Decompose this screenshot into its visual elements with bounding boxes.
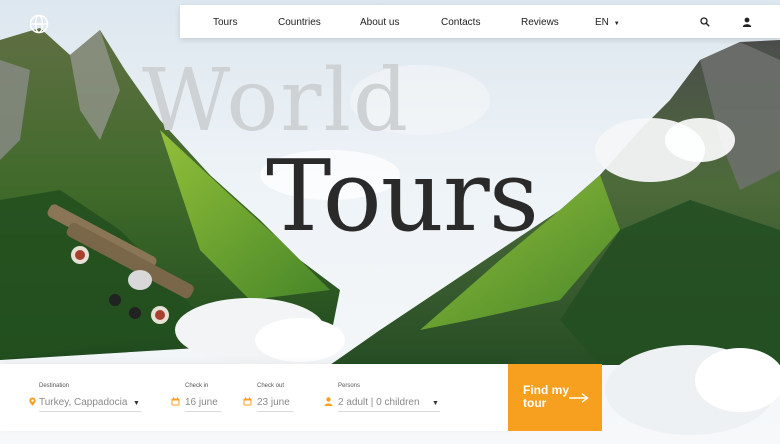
nav-item-about-us[interactable]: About us	[360, 17, 399, 28]
destination-label: Destination	[39, 383, 70, 389]
persons-select[interactable]: 2 adult | 0 children	[338, 397, 420, 408]
arrow-right-icon	[569, 393, 589, 403]
hero-title-line1: World	[142, 51, 410, 151]
nav-item-tours[interactable]: Tours	[213, 17, 237, 28]
hero-section: World Tours Tours Countries About us Con…	[0, 0, 780, 444]
globe-icon[interactable]	[29, 14, 49, 34]
calendar-icon	[171, 397, 180, 406]
top-navbar: Tours Countries About us Contacts Review…	[180, 5, 780, 38]
checkin-label: Check in	[185, 383, 209, 389]
location-pin-icon	[29, 397, 36, 406]
find-my-tour-button[interactable]: Find my tour	[508, 364, 602, 431]
persons-underline	[338, 411, 440, 412]
calendar-icon	[243, 397, 252, 406]
chevron-down-icon: ▼	[613, 21, 620, 27]
chevron-down-icon[interactable]: ▼	[432, 400, 439, 407]
search-icon[interactable]	[700, 17, 710, 27]
checkout-underline	[257, 411, 293, 412]
checkin-underline	[185, 411, 221, 412]
destination-select[interactable]: Turkey, Cappadocia	[39, 397, 127, 408]
checkin-date-input[interactable]: 16 june	[185, 397, 218, 408]
language-label: EN	[595, 17, 609, 28]
checkout-label: Check out	[257, 383, 285, 389]
language-selector[interactable]: EN ▼	[595, 17, 620, 28]
user-icon[interactable]	[742, 17, 752, 27]
nav-item-reviews[interactable]: Reviews	[521, 17, 559, 28]
destination-underline	[39, 411, 141, 412]
persons-label: Persons	[338, 383, 361, 389]
tour-search-form: Destination Turkey, Cappadocia ▼ Check i…	[0, 364, 510, 431]
checkout-date-input[interactable]: 23 june	[257, 397, 290, 408]
nav-item-countries[interactable]: Countries	[278, 17, 321, 28]
nav-item-contacts[interactable]: Contacts	[441, 17, 480, 28]
find-my-tour-label: Find my tour	[523, 383, 570, 410]
chevron-down-icon[interactable]: ▼	[133, 400, 140, 407]
hero-title-line2: Tours	[266, 140, 539, 254]
person-icon	[324, 397, 333, 406]
